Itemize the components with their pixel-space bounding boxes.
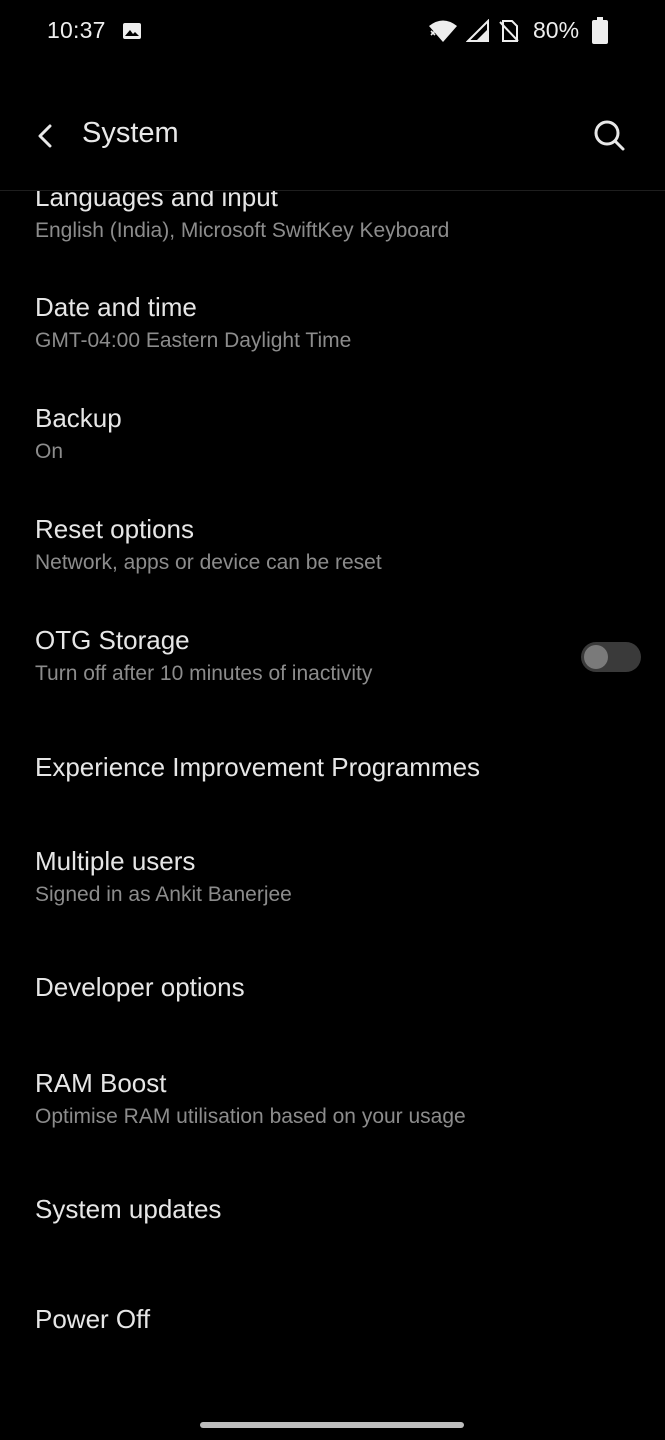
list-item-ram-boost[interactable]: RAM Boost Optimise RAM utilisation based… — [0, 1055, 665, 1165]
item-subtitle: Turn off after 10 minutes of inactivity — [35, 662, 373, 685]
item-subtitle: Signed in as Ankit Banerjee — [35, 883, 292, 906]
item-subtitle: GMT-04:00 Eastern Daylight Time — [35, 329, 352, 352]
list-item-power-off[interactable]: Power Off — [0, 1275, 665, 1385]
no-sim-icon — [499, 20, 519, 42]
battery-percent: 80% — [533, 17, 580, 43]
app-bar: System — [0, 100, 665, 191]
item-title: Multiple users — [35, 846, 196, 876]
status-time: 10:37 — [47, 17, 106, 43]
item-title: Developer options — [35, 972, 245, 1002]
item-title: System updates — [35, 1194, 222, 1224]
item-subtitle: On — [35, 440, 64, 463]
item-title: OTG Storage — [35, 625, 190, 655]
item-title: Backup — [35, 403, 122, 433]
search-icon[interactable] — [588, 114, 630, 156]
item-subtitle: Network, apps or device can be reset — [35, 551, 382, 574]
status-bar: 10:37 80% — [0, 0, 665, 64]
list-item-date-and-time[interactable]: Date and time GMT-04:00 Eastern Daylight… — [0, 279, 665, 389]
list-item-multiple-users[interactable]: Multiple users Signed in as Ankit Banerj… — [0, 833, 665, 943]
page-title: System — [82, 117, 179, 149]
list-item-reset-options[interactable]: Reset options Network, apps or device ca… — [0, 501, 665, 611]
settings-list: Languages and input English (India), Mic… — [0, 191, 665, 1401]
gallery-icon — [123, 23, 141, 39]
toggle-knob — [584, 645, 608, 669]
gesture-nav-handle[interactable] — [200, 1422, 464, 1428]
item-subtitle: Optimise RAM utilisation based on your u… — [35, 1105, 466, 1128]
item-title: Reset options — [35, 514, 194, 544]
list-item-experience-improvement-programmes[interactable]: Experience Improvement Programmes — [0, 723, 665, 833]
item-title: RAM Boost — [35, 1068, 167, 1098]
item-title: Languages and input — [35, 191, 278, 212]
list-item-backup[interactable]: Backup On — [0, 390, 665, 500]
list-item-developer-options[interactable]: Developer options — [0, 943, 665, 1053]
item-title: Experience Improvement Programmes — [35, 752, 481, 782]
back-arrow-icon[interactable] — [28, 118, 64, 154]
list-item-languages-and-input[interactable]: Languages and input English (India), Mic… — [0, 191, 665, 269]
item-title: Date and time — [35, 292, 197, 322]
otg-storage-toggle[interactable] — [581, 642, 641, 672]
list-item-system-updates[interactable]: System updates — [0, 1165, 665, 1275]
list-item-otg-storage[interactable]: OTG Storage Turn off after 10 minutes of… — [0, 612, 665, 722]
signal-icon — [466, 19, 489, 42]
item-subtitle: English (India), Microsoft SwiftKey Keyb… — [35, 219, 450, 242]
wifi-icon — [429, 20, 457, 42]
battery-icon — [592, 17, 608, 44]
item-title: Power Off — [35, 1304, 151, 1334]
